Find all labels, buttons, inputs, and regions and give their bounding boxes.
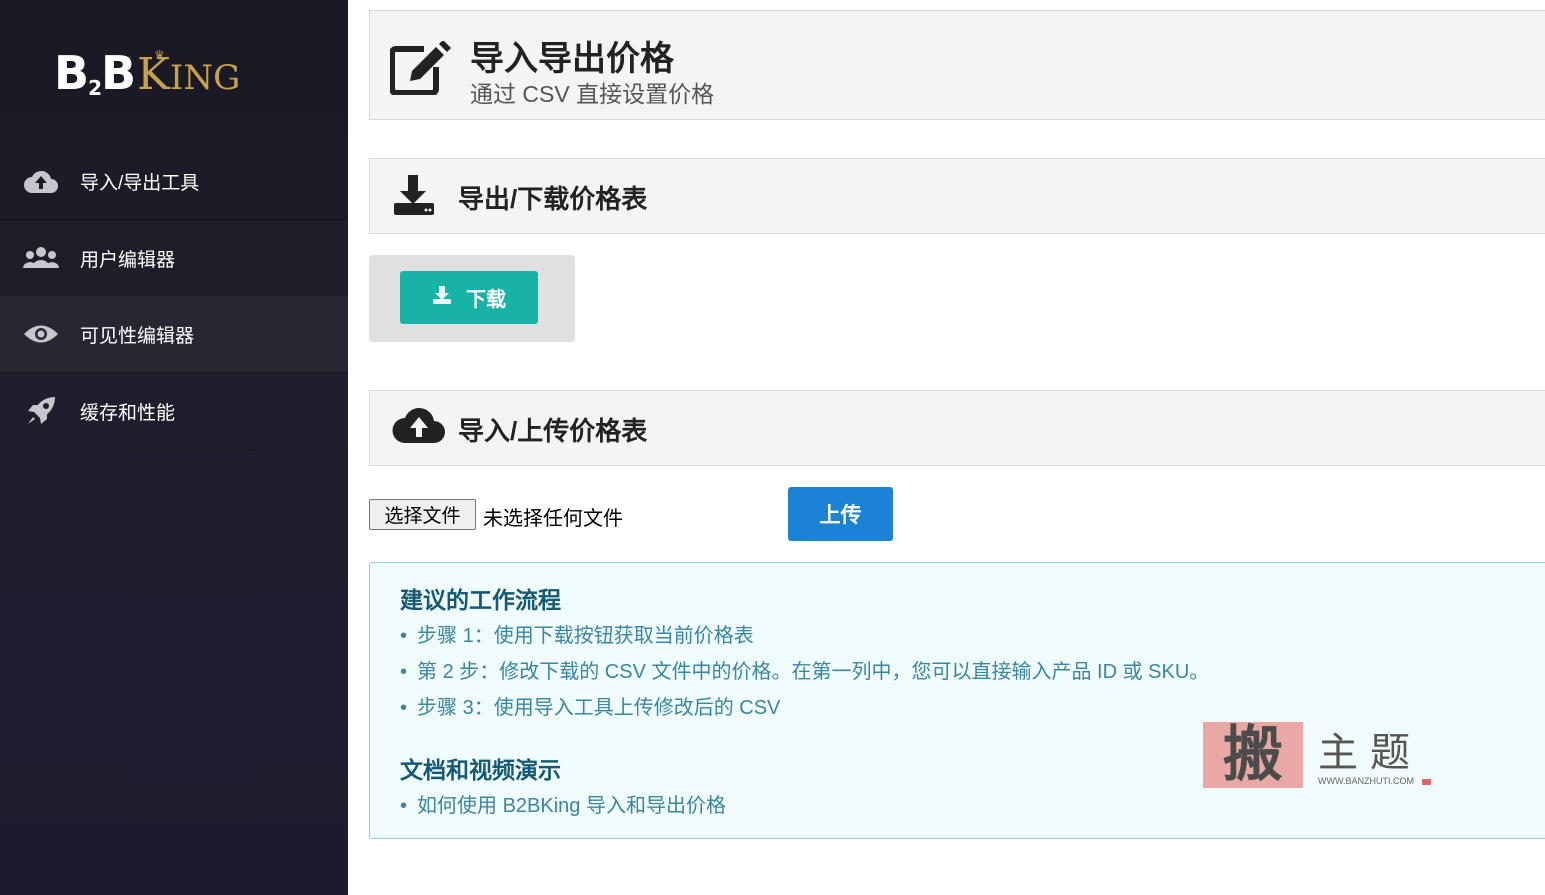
docs-link[interactable]: 如何使用 B2BKing 导入和导出价格: [400, 791, 726, 827]
page-subtitle: 通过 CSV 直接设置价格: [470, 81, 715, 107]
page-header: 导入导出价格 通过 CSV 直接设置价格: [369, 10, 1545, 120]
logo-king: KING: [137, 49, 241, 100]
watermark-url: WWW.BANZHUTI.COM: [1318, 776, 1414, 786]
watermark-stamp: 搬: [1203, 722, 1303, 788]
users-icon: [20, 246, 62, 270]
download-icon: [432, 285, 452, 311]
sidebar-item-import-export[interactable]: 导入/导出工具: [0, 143, 348, 220]
logo: ♛ B 2 B KING: [54, 44, 240, 100]
choose-file-button[interactable]: 选择文件: [369, 499, 476, 530]
sidebar: ♛ B 2 B KING 导入/导出工具 用户编辑器 可见性编辑器 缓存和性能: [0, 0, 348, 895]
eye-icon: [20, 323, 62, 345]
sidebar-item-label: 用户编辑器: [80, 249, 176, 271]
download-area: 下载: [369, 255, 575, 342]
import-section-title: 导入/上传价格表: [458, 416, 648, 446]
download-icon: [392, 173, 436, 222]
workflow-info-box: 建议的工作流程 步骤 1：使用下载按钮获取当前价格表 第 2 步：修改下载的 C…: [369, 562, 1545, 839]
file-status: 未选择任何文件: [483, 508, 623, 530]
list-item: 步骤 1：使用下载按钮获取当前价格表: [400, 621, 1209, 657]
sidebar-item-user-editor[interactable]: 用户编辑器: [0, 220, 348, 297]
watermark-text: 主题: [1318, 730, 1422, 776]
watermark-dot: [1422, 779, 1431, 785]
import-section-header: 导入/上传价格表: [369, 390, 1545, 466]
cloud-upload-icon: [20, 168, 62, 194]
export-section-title: 导出/下载价格表: [458, 184, 648, 214]
upload-button[interactable]: 上传: [788, 487, 893, 541]
logo-b: B: [54, 46, 89, 100]
download-button-label: 下载: [466, 289, 506, 311]
sidebar-item-label: 缓存和性能: [80, 402, 176, 424]
list-item: 步骤 3：使用导入工具上传修改后的 CSV: [400, 693, 1209, 729]
export-section-header: 导出/下载价格表: [369, 158, 1545, 234]
docs-links: 如何使用 B2BKing 导入和导出价格: [400, 791, 726, 827]
watermark: 搬 主题 WWW.BANZHUTI.COM: [1200, 718, 1440, 796]
docs-title: 文档和视频演示: [400, 757, 561, 783]
download-button[interactable]: 下载: [400, 271, 538, 324]
logo-two: 2: [88, 76, 102, 100]
list-item: 第 2 步：修改下载的 CSV 文件中的价格。在第一列中，您可以直接输入产品 I…: [400, 657, 1209, 693]
workflow-steps: 步骤 1：使用下载按钮获取当前价格表 第 2 步：修改下载的 CSV 文件中的价…: [400, 621, 1209, 729]
rocket-icon: [20, 395, 62, 427]
page-title: 导入导出价格: [470, 40, 674, 78]
logo-b2: B: [100, 46, 136, 100]
cloud-upload-icon: [392, 405, 446, 452]
edit-icon: [389, 40, 452, 100]
sidebar-item-cache-performance[interactable]: 缓存和性能: [0, 373, 348, 450]
sidebar-item-label: 导入/导出工具: [80, 172, 200, 194]
crown-icon: ♛: [154, 48, 165, 62]
workflow-title: 建议的工作流程: [400, 587, 561, 613]
sidebar-item-visibility-editor[interactable]: 可见性编辑器: [0, 296, 348, 373]
sidebar-item-label: 可见性编辑器: [80, 325, 195, 347]
